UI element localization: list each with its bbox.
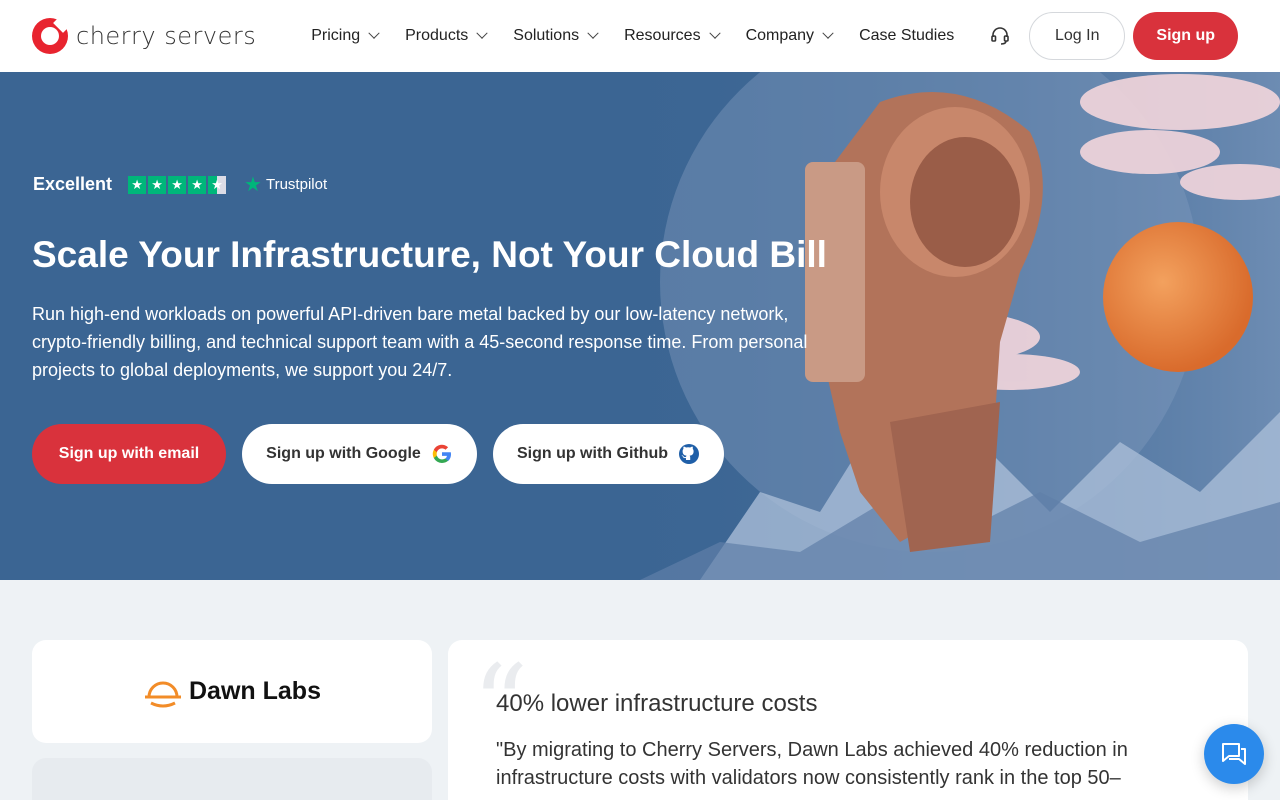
star-icon: ★ [168, 175, 187, 194]
cta-label: Sign up with email [58, 445, 200, 462]
signup-google-button[interactable]: Sign up with Google [242, 424, 477, 484]
cherry-logo-icon [32, 18, 68, 54]
nav-label: Products [405, 27, 469, 44]
nav-label: Case Studies [859, 27, 955, 44]
nav-label: Resources [624, 27, 701, 44]
trustpilot-label: Trustpilot [265, 176, 328, 193]
hero-description: Run high-end workloads on powerful API-d… [32, 304, 808, 380]
star-icon: ★ [188, 175, 207, 194]
trustpilot-star-icon: ★ [244, 174, 262, 196]
nav-label: Pricing [311, 27, 361, 44]
nav-case-studies[interactable]: Case Studies [859, 27, 954, 45]
testimonial-quote: "By migrating to Cherry Servers, Dawn La… [496, 739, 1128, 789]
star-icon: ★ [128, 175, 147, 194]
dawn-labs-logo-icon [145, 681, 181, 707]
customer-logo-card[interactable]: Dawn Labs [32, 640, 432, 743]
rating-label: Excellent [33, 174, 113, 194]
signup-github-button[interactable]: Sign up with Github [493, 424, 724, 484]
half-star-icon: ★ [208, 175, 227, 194]
hero-title: Scale Your Infrastructure, Not Your Clou… [32, 234, 827, 275]
chevron-down-icon [476, 27, 488, 39]
nav-label: Company [745, 27, 815, 44]
rating-stars: ★ ★ ★ ★ ★ [128, 175, 227, 194]
login-button[interactable]: Log In [1029, 12, 1126, 60]
customer-logo-card-2[interactable] [32, 758, 432, 800]
hero-section: Excellent ★ ★ ★ ★ ★ ★ Trustpilot Scale Y… [0, 72, 1280, 580]
site-header: cherry servers Pricing Products Solution… [0, 0, 1280, 72]
google-icon [432, 444, 451, 464]
logo-text: cherry servers [76, 22, 257, 50]
chevron-down-icon [587, 27, 599, 39]
nav-products[interactable]: Products [405, 27, 488, 45]
nav-company[interactable]: Company [745, 27, 834, 45]
star-icon: ★ [148, 175, 167, 194]
cta-label: Sign up with Google [266, 445, 421, 462]
headset-icon[interactable] [989, 25, 1011, 47]
trustpilot-logo: ★ Trustpilot [244, 172, 327, 197]
signup-button[interactable]: Sign up [1133, 12, 1239, 60]
chevron-down-icon [368, 27, 380, 39]
cta-label: Sign up with Github [516, 445, 669, 462]
logo[interactable]: cherry servers [32, 18, 256, 54]
signup-email-button[interactable]: Sign up with email [32, 424, 226, 484]
chat-icon [1222, 743, 1246, 765]
testimonial-card: “ 40% lower infrastructure costs "By mig… [448, 640, 1248, 800]
customer-brand-name: Dawn Labs [189, 677, 321, 705]
nav-pricing[interactable]: Pricing [311, 27, 380, 45]
nav-solutions[interactable]: Solutions [513, 27, 599, 45]
trustpilot-rating[interactable]: Excellent ★ ★ ★ ★ ★ ★ Trustpilot [33, 172, 327, 197]
chat-widget-button[interactable] [1204, 724, 1264, 784]
github-icon [679, 444, 700, 464]
nav-resources[interactable]: Resources [624, 27, 721, 45]
testimonial-headline: 40% lower infrastructure costs [496, 690, 818, 717]
chevron-down-icon [822, 27, 834, 39]
main-nav: Pricing Products Solutions Resources Com… [311, 27, 981, 45]
nav-label: Solutions [513, 27, 580, 44]
chevron-down-icon [708, 27, 721, 39]
